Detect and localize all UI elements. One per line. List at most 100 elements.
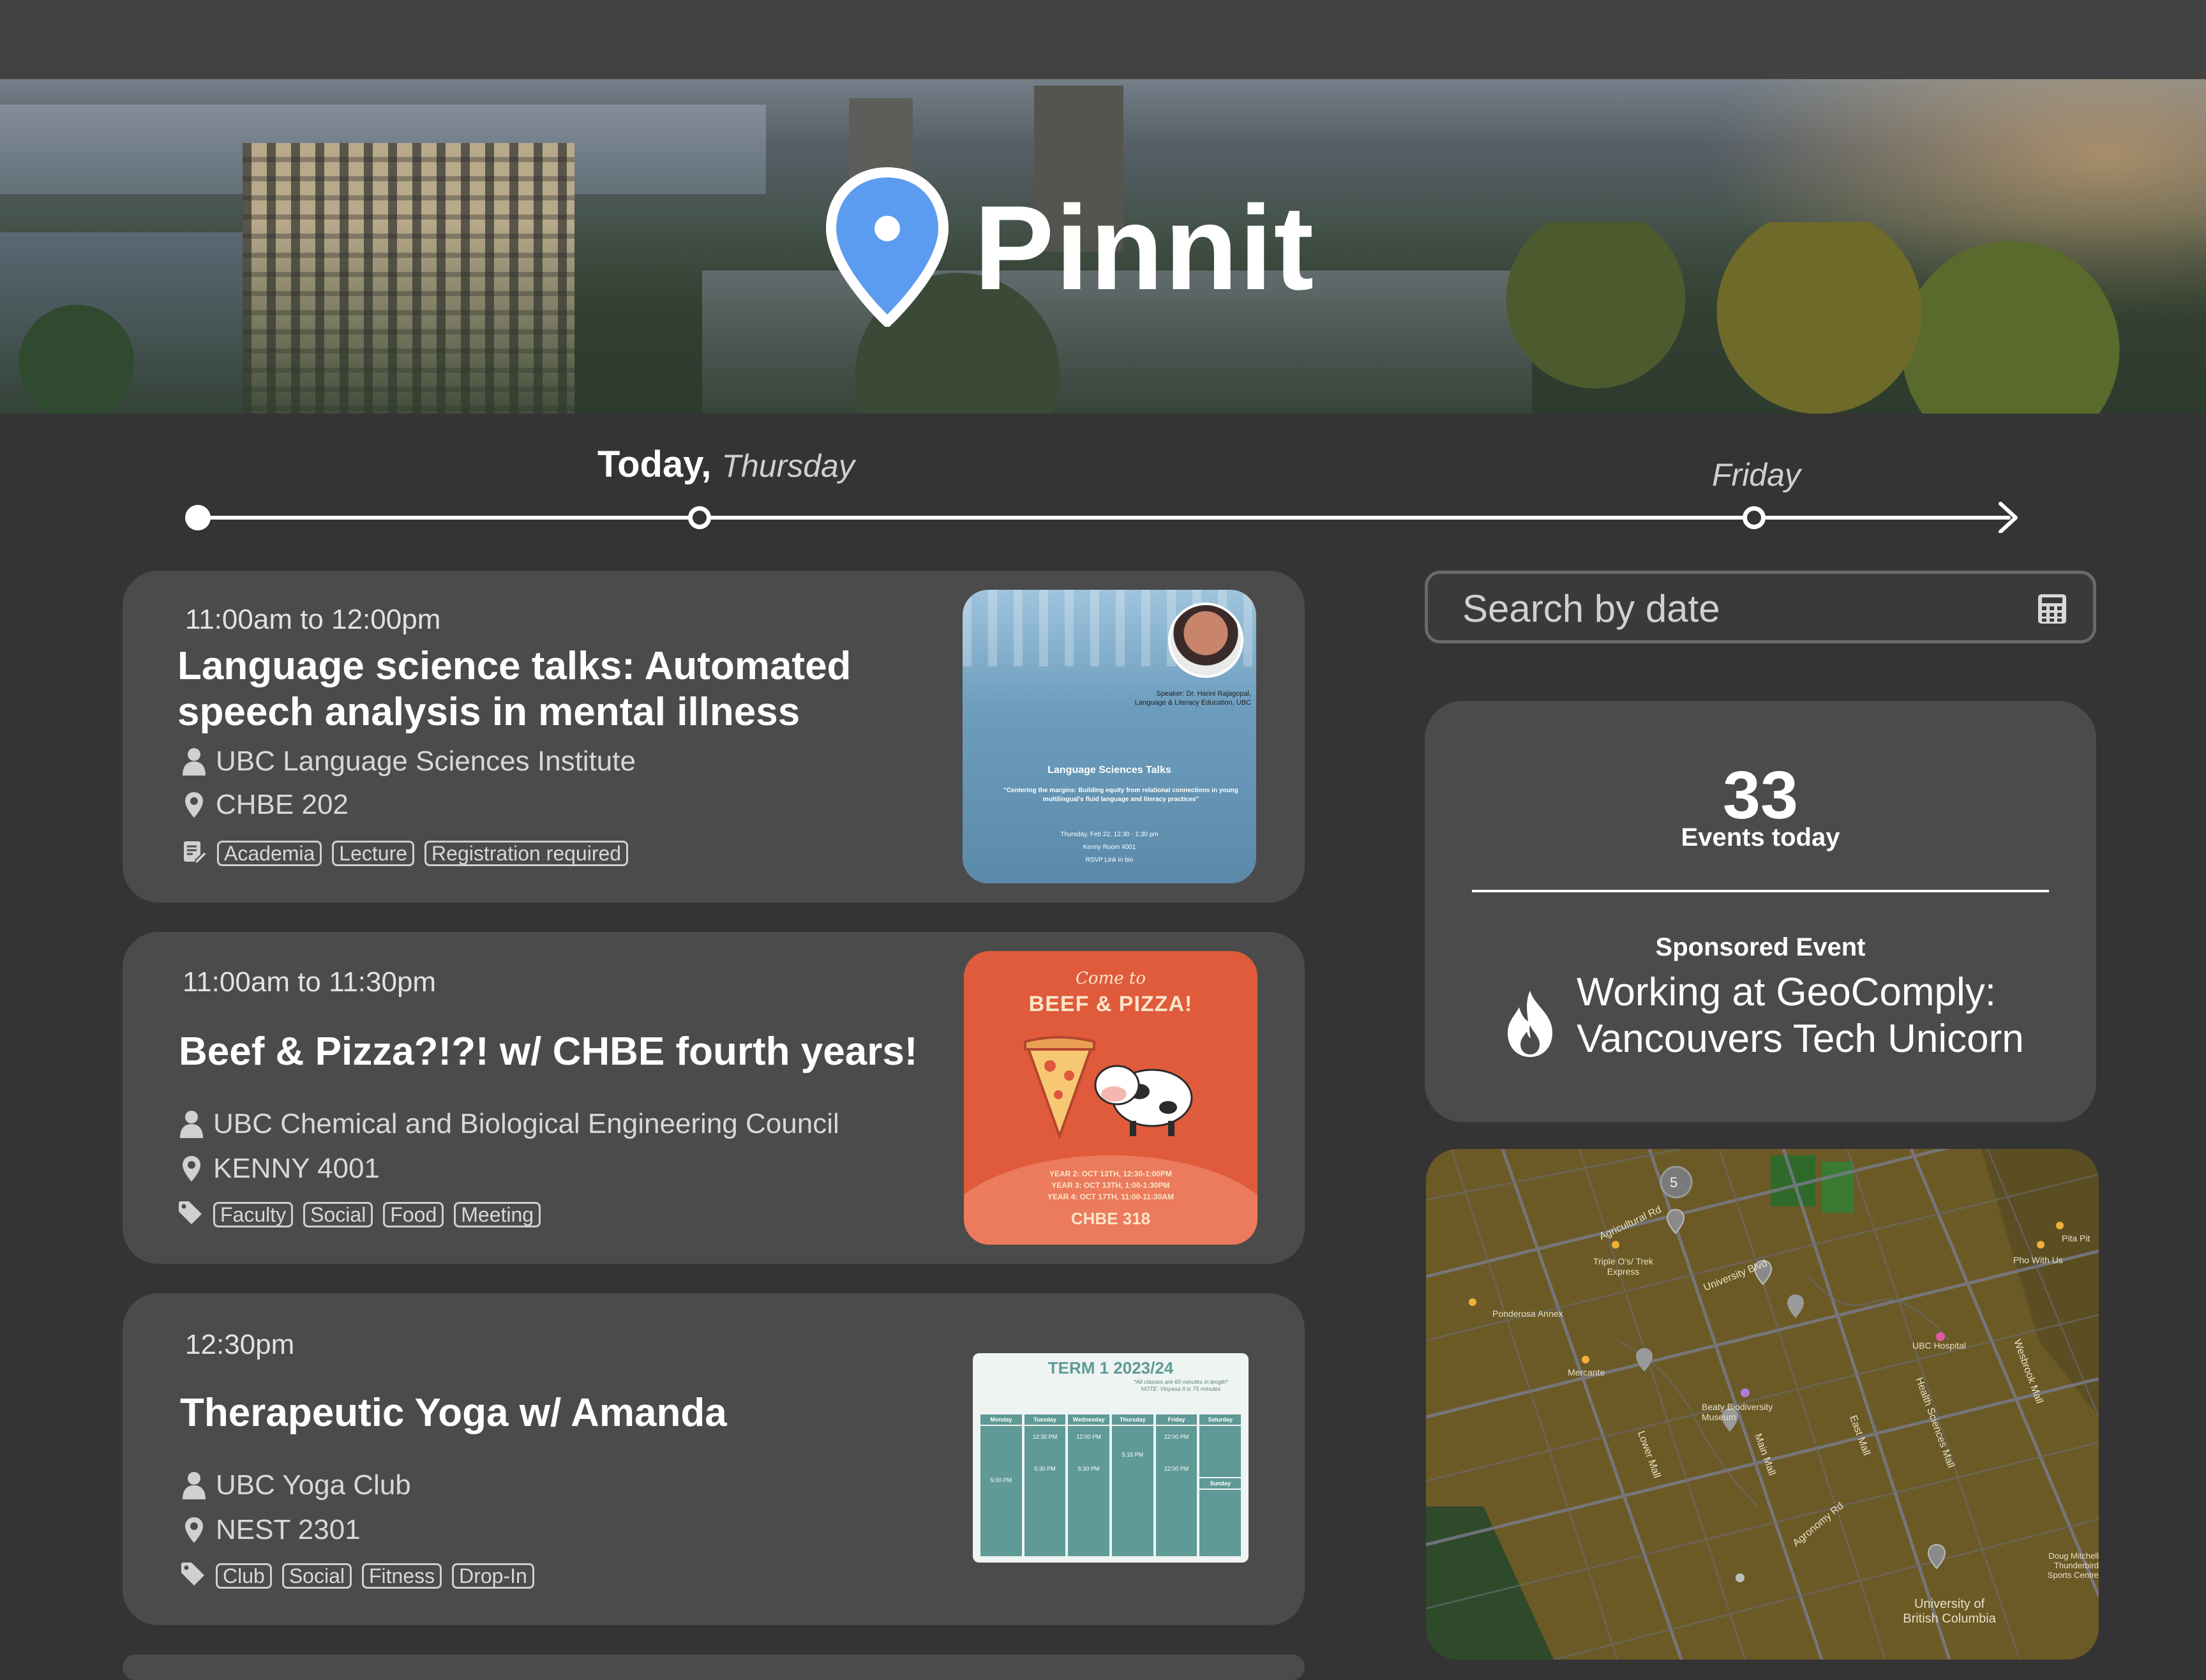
schedule-column: Friday 12:00 PM 12:00 PM [1155, 1414, 1197, 1556]
tag-chip[interactable]: Lecture [332, 840, 415, 866]
tag-chip[interactable]: Club [216, 1563, 272, 1589]
event-poster-image[interactable]: Come to BEEF & PIZZA! YEAR 2: OCT 13TH, … [964, 951, 1257, 1245]
top-bar [0, 0, 2206, 79]
event-time: 11:00am to 12:00pm [185, 604, 441, 635]
tag-icon [177, 1200, 203, 1229]
tag-chip[interactable]: Social [281, 1563, 352, 1589]
poster-note2: NOTE: Vinyasa II is 75 minutes [1141, 1386, 1221, 1392]
event-title[interactable]: Beef & Pizza?!?! w/ CHBE fourth years! [179, 1029, 996, 1075]
location-name: KENNY 4001 [213, 1153, 380, 1184]
event-card[interactable]: 11:00am to 11:30pm Beef & Pizza?!?! w/ C… [123, 932, 1305, 1264]
event-card[interactable]: 11:00am to 12:00pm Language science talk… [123, 571, 1305, 903]
event-organizer: UBC Yoga Club [181, 1469, 411, 1501]
event-poster-image[interactable]: TERM 1 2023/24 *All classes are 60 minut… [973, 1353, 1249, 1563]
app-logo[interactable]: Pinnit [823, 167, 1314, 327]
map-label: Triple O's/ Trek Express [1593, 1256, 1653, 1277]
timeline-start-dot [185, 505, 211, 530]
fire-icon [1508, 991, 1552, 1057]
registration-form-icon [181, 839, 208, 867]
today-text: Today, [597, 444, 712, 485]
tag-chip[interactable]: Meeting [454, 1201, 541, 1227]
location-pin-icon [179, 1155, 204, 1183]
pizza-cow-illustration [1024, 1036, 1193, 1140]
event-title[interactable]: Therapeutic Yoga w/ Amanda [180, 1390, 997, 1436]
map-label: UBC Hospital [1912, 1340, 1967, 1351]
event-title[interactable]: Language science talks: Automated speech… [177, 643, 994, 735]
poster-year3: YEAR 3: OCT 13TH, 1:00-1:30PM [1051, 1181, 1170, 1190]
event-tags: Club Social Fitness Drop-In [180, 1561, 534, 1590]
poster-room: CHBE 318 [1070, 1209, 1151, 1228]
timeline-node-today[interactable] [688, 506, 711, 529]
map-label: Doug Mitchell Thunderbird Sports Centre [2047, 1551, 2099, 1580]
schedule-column: Wednesday 12:00 PM 5:30 PM [1068, 1414, 1110, 1556]
events-summary-panel: 33 Events today Sponsored Event Working … [1425, 701, 2096, 1122]
app-title: Pinnit [974, 181, 1316, 315]
map-label: Beaty Biodiversity Museum [1702, 1402, 1773, 1422]
schedule-time: 5:15 PM [1122, 1451, 1144, 1458]
timeline-today-label[interactable]: Today, Thursday [597, 443, 855, 486]
event-location: KENNY 4001 [179, 1153, 380, 1185]
schedule-time: 12:00 PM [1076, 1434, 1101, 1440]
poster-year4: YEAR 4: OCT 17TH, 11:00-11:30AM [1047, 1192, 1174, 1201]
poster-speaker-dept: Language & Literacy Education, UBC [1134, 699, 1251, 707]
poster-talk-title: "Centering the margins: Building equity … [1003, 787, 1238, 803]
person-icon [179, 1110, 204, 1138]
sponsored-label: Sponsored Event [1655, 933, 1866, 961]
map-cluster-count[interactable]: 5 [1670, 1174, 1677, 1191]
poster-line2: BEEF & PIZZA! [1028, 992, 1193, 1016]
tag-chip[interactable]: Food [383, 1201, 444, 1227]
organizer-name: UBC Yoga Club [216, 1469, 411, 1501]
tag-chip[interactable]: Drop-In [452, 1563, 534, 1589]
timeline-friday-label[interactable]: Friday [1712, 452, 1801, 495]
tag-chip[interactable]: Faculty [213, 1201, 294, 1227]
schedule-time: 5:30 PM [1077, 1466, 1100, 1472]
event-location: NEST 2301 [181, 1514, 361, 1546]
event-location: CHBE 202 [181, 789, 349, 821]
today-day-text: Thursday [721, 448, 855, 484]
speaker-avatar [1168, 603, 1243, 678]
divider [1472, 890, 2049, 892]
event-card[interactable]: 12:30pm Therapeutic Yoga w/ Amanda UBC Y… [123, 1293, 1305, 1625]
date-timeline[interactable]: Today, Thursday Friday ••• [185, 440, 2087, 543]
poster-line1: Come to [1076, 969, 1146, 988]
map-label: Ponderosa Annex [1492, 1309, 1563, 1319]
location-name: CHBE 202 [216, 789, 349, 820]
poster-rsvp: RSVP Link in bio [1085, 857, 1134, 864]
event-card[interactable] [123, 1654, 1305, 1680]
map-label: Mercante [1568, 1367, 1605, 1377]
tag-chip[interactable]: Academia [217, 840, 322, 866]
friday-text: Friday [1712, 457, 1801, 493]
tag-chip[interactable]: Fitness [361, 1563, 442, 1589]
schedule-day: Sunday [1199, 1477, 1242, 1490]
tag-icon [180, 1561, 206, 1590]
map-label: Pita Pit [2062, 1233, 2090, 1243]
calculator-icon[interactable] [2037, 593, 2067, 625]
schedule-time: 5:00 PM [990, 1477, 1012, 1483]
events-count-label: Events today [1681, 823, 1840, 851]
poster-year2: YEAR 2: OCT 13TH, 12:30-1:00PM [1049, 1169, 1173, 1178]
tag-chip[interactable]: Social [303, 1201, 373, 1227]
schedule-time: 12:00 PM [1164, 1434, 1189, 1440]
schedule-day: Tuesday [1024, 1414, 1066, 1426]
schedule-column: Tuesday 12:30 PM 5:30 PM [1024, 1414, 1066, 1556]
sponsored-event-title[interactable]: Working at GeoComply: Vancouvers Tech Un… [1577, 969, 2062, 1062]
date-search-field[interactable]: Search by date [1425, 571, 2096, 643]
schedule-column: Thursday 5:15 PM [1112, 1414, 1153, 1556]
poster-speaker: Speaker: Dr. Harini Rajagopal, [1156, 690, 1251, 698]
schedule-column: Saturday Sunday [1199, 1414, 1242, 1556]
event-poster-image[interactable]: Speaker: Dr. Harini Rajagopal, Language … [963, 590, 1256, 883]
organizer-name: UBC Language Sciences Institute [216, 746, 636, 777]
location-name: NEST 2301 [216, 1514, 361, 1545]
tag-chip[interactable]: Registration required [424, 840, 629, 866]
schedule-column: Monday 5:00 PM [980, 1414, 1022, 1556]
campus-map[interactable]: 5 Agricultural Rd Triple O's/ Trek Expre… [1426, 1149, 2099, 1660]
poster-room: Kenny Room 4001 [1083, 844, 1136, 851]
event-organizer: UBC Language Sciences Institute [181, 746, 636, 777]
timeline-node-friday[interactable] [1743, 506, 1766, 529]
schedule-time: 5:30 PM [1034, 1466, 1056, 1472]
location-pin-icon [181, 791, 207, 819]
person-icon [181, 1471, 207, 1499]
schedule-day: Wednesday [1068, 1414, 1110, 1426]
event-organizer: UBC Chemical and Biological Engineering … [179, 1108, 839, 1140]
location-pin-icon [181, 1516, 207, 1544]
